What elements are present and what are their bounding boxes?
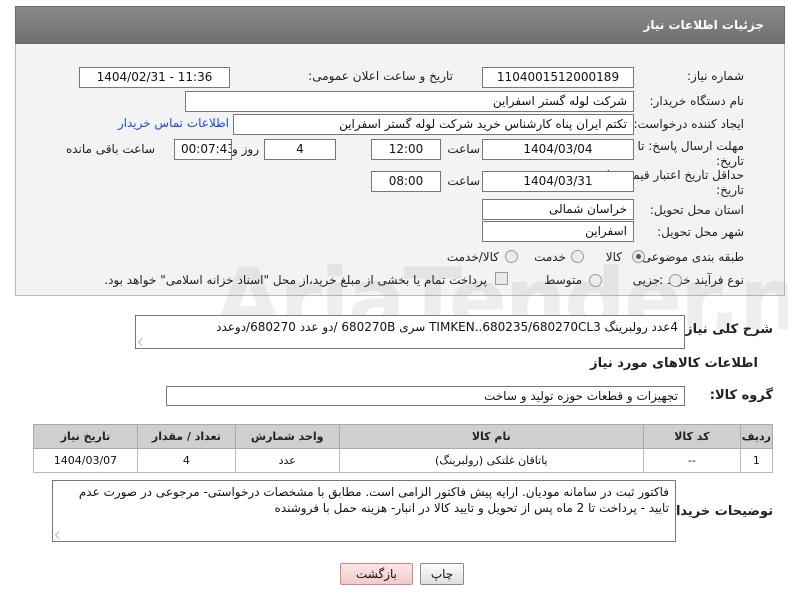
panel-header: جزئیات اطلاعات نیاز (15, 6, 785, 44)
panel-title: جزئیات اطلاعات نیاز (643, 18, 764, 32)
process-medium-radio[interactable] (589, 274, 602, 287)
process-medium-label: متوسط (544, 273, 582, 287)
treasury-checkbox[interactable] (495, 272, 508, 285)
description-text: 4عدد رولبرینگ TIMKEN..680235/680270CL3 س… (216, 320, 678, 334)
need-number-label: شماره نیاز: (687, 69, 744, 83)
category-goods-radio[interactable] (632, 250, 645, 263)
validity-date-field: 1404/03/31 (482, 171, 634, 192)
buyer-notes-label: توضیحات خریدار: (663, 504, 773, 519)
remaining-time-field: 00:07:43 (174, 139, 232, 160)
cell-row: 1 (739, 448, 774, 473)
category-goods-label: کالا (605, 250, 622, 264)
process-minor-radio[interactable] (669, 274, 682, 287)
province-label: استان محل تحویل: (649, 203, 744, 217)
resize-grip-icon (55, 531, 63, 539)
deadline-label: مهلت ارسال پاسخ: تا تاریخ: (637, 139, 744, 168)
deadline-time-field: 12:00 (371, 139, 441, 160)
category-both-label: کالا/خدمت (446, 250, 499, 264)
items-table: ردیف کد کالا نام کالا واحد شمارش تعداد /… (33, 424, 774, 473)
table-row: 1 -- یاتاقان غلتکی (رولبرینگ) عدد 4 1404… (33, 448, 774, 473)
process-minor-label: جزیی (632, 273, 660, 287)
cell-qty: 4 (136, 448, 236, 473)
category-both-radio[interactable] (505, 250, 518, 263)
province-field: خراسان شمالی (482, 199, 634, 220)
validity-time-label: ساعت (447, 174, 480, 188)
category-label: طبقه بندی موضوعی: (637, 250, 744, 264)
announce-label: تاریخ و ساعت اعلان عمومی: (308, 69, 453, 83)
col-qty: تعداد / مقدار (136, 424, 236, 449)
goods-group-field: تجهیزات و قطعات حوزه تولید و ساخت (166, 386, 685, 406)
buyer-org-label: نام دستگاه خریدار: (649, 94, 745, 108)
cell-date: 1404/03/07 (33, 448, 138, 473)
cell-unit: عدد (234, 448, 340, 473)
col-date: تاریخ نیاز (33, 424, 138, 449)
contact-info-link[interactable]: اطلاعات تماس خریدار (118, 116, 229, 130)
days-field: 4 (264, 139, 336, 160)
buyer-notes-textarea[interactable]: فاکتور ثبت در سامانه مودیان. ارایه پیش ف… (52, 480, 676, 542)
need-number-field: 1104001512000189 (482, 67, 634, 88)
remaining-label: ساعت باقی مانده (65, 142, 155, 156)
requester-label: ایجاد کننده درخواست: (633, 117, 744, 131)
validity-time-field: 08:00 (371, 171, 441, 192)
payment-note: پرداخت تمام یا بخشی از مبلغ خرید،از محل … (104, 273, 487, 287)
days-label: روز و (232, 142, 259, 156)
deadline-time-label: ساعت (447, 142, 480, 156)
buyer-org-field: شرکت لوله گستر اسفراین (185, 91, 634, 112)
buyer-notes-text: فاکتور ثبت در سامانه مودیان. ارایه پیش ف… (78, 485, 669, 515)
city-field: اسفراین (482, 221, 634, 242)
cell-name: یاتاقان غلتکی (رولبرینگ) (338, 448, 644, 473)
table-header-row: ردیف کد کالا نام کالا واحد شمارش تعداد /… (33, 424, 774, 449)
resize-grip-icon (138, 338, 146, 346)
category-service-label: خدمت (534, 250, 566, 264)
description-textarea[interactable]: 4عدد رولبرینگ TIMKEN..680235/680270CL3 س… (135, 315, 685, 349)
category-service-radio[interactable] (571, 250, 584, 263)
announce-field: 1404/02/31 - 11:36 (79, 67, 230, 88)
col-name: نام کالا (338, 424, 644, 449)
deadline-date-field: 1404/03/04 (482, 139, 634, 160)
city-label: شهر محل تحویل: (657, 225, 744, 239)
goods-info-title: اطلاعات کالاهای مورد نیاز (590, 356, 758, 371)
col-row: ردیف (739, 424, 774, 449)
description-label: شرح کلی نیاز: (679, 322, 773, 337)
col-code: کد کالا (642, 424, 741, 449)
back-button[interactable]: بازگشت (340, 563, 413, 585)
print-button[interactable]: چاپ (420, 563, 464, 585)
goods-group-label: گروه کالا: (709, 388, 773, 403)
col-unit: واحد شمارش (234, 424, 340, 449)
cell-code: -- (642, 448, 741, 473)
requester-field: تکتم ایران پناه کارشناس خرید شرکت لوله گ… (233, 114, 634, 135)
